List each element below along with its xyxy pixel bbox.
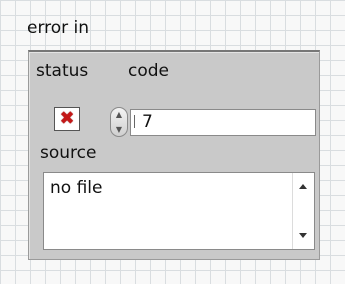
- status-indicator[interactable]: ✖: [54, 107, 80, 131]
- decrement-arrow-icon[interactable]: ▼: [116, 125, 122, 134]
- code-increment-decrement[interactable]: ▲ ▼: [110, 107, 128, 137]
- red-x-icon: ✖: [59, 108, 75, 129]
- error-in-cluster: error in status code ✖ ▲ ▼ 7 source no f…: [22, 16, 328, 260]
- cluster-title: error in: [27, 18, 90, 38]
- increment-arrow-icon[interactable]: ▲: [116, 110, 122, 119]
- scroll-down-icon[interactable]: [299, 233, 307, 238]
- status-label: status: [36, 61, 89, 81]
- radix-indicator: [134, 115, 140, 128]
- source-label: source: [40, 143, 97, 163]
- scroll-up-icon[interactable]: [299, 184, 307, 189]
- source-value: no file: [50, 178, 103, 198]
- code-value: 7: [142, 112, 153, 132]
- source-text-field[interactable]: no file: [43, 172, 315, 250]
- cluster-frame: status code ✖ ▲ ▼ 7 source no file: [28, 50, 320, 260]
- code-input[interactable]: 7: [130, 109, 316, 136]
- code-label: code: [128, 61, 169, 81]
- source-scrollbar[interactable]: [292, 173, 314, 249]
